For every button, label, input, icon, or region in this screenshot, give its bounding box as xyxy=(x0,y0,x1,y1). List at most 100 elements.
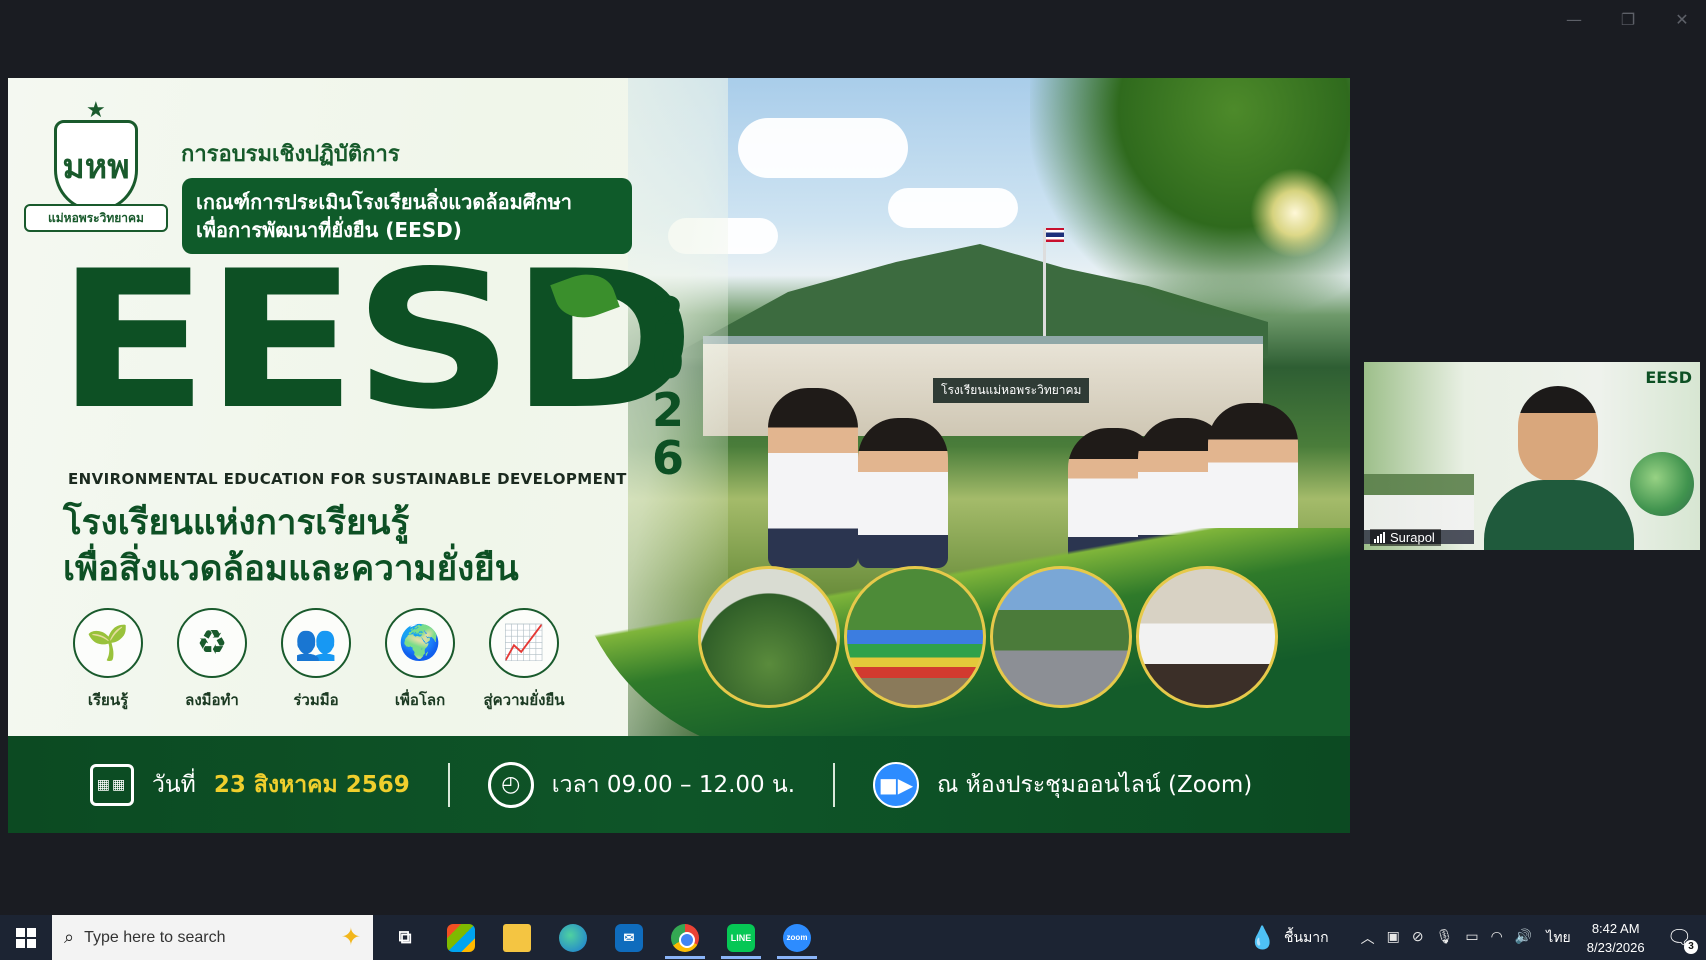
window-controls: — ❐ ✕ xyxy=(1564,10,1692,29)
pillar-sustain: 📈 สู่ความยั่งยืน xyxy=(482,608,566,712)
divider xyxy=(447,762,450,807)
year-digit: 6 xyxy=(651,431,684,485)
microphone-icon[interactable]: 🎙 xyxy=(1436,928,1454,948)
date-prefix: วันที่ xyxy=(152,771,196,798)
signal-bars-icon xyxy=(1374,532,1385,543)
notification-count: 3 xyxy=(1684,940,1698,954)
workshop-heading: การอบรมเชิงปฏิบัติการ xyxy=(181,142,400,167)
chrome-button[interactable] xyxy=(657,915,713,960)
thai-tagline-line-2: เพื่อสิ่งแวดล้อมและความยั่งยืน xyxy=(63,549,519,589)
line-button[interactable]: LINE xyxy=(713,915,769,960)
taskbar-search[interactable]: ⌕ Type here to search ✦ xyxy=(52,915,373,960)
year-digit: 0 xyxy=(651,335,684,389)
file-explorer-icon xyxy=(503,923,531,952)
pillar-world: 🌍 เพื่อโลก xyxy=(378,608,462,712)
chevron-up-icon[interactable]: ︿ xyxy=(1361,928,1375,948)
pillar-label: ลงมือทำ xyxy=(185,691,239,709)
pillar-label: ร่วมมือ xyxy=(293,691,339,709)
meet-now-icon[interactable]: ▣ xyxy=(1387,928,1400,948)
close-icon[interactable]: ✕ xyxy=(1672,10,1692,29)
sparkle-icon: ✦ xyxy=(340,924,361,951)
line-icon: LINE xyxy=(727,923,755,952)
battery-icon[interactable]: ▭ xyxy=(1465,928,1478,948)
taskbar-clock[interactable]: 8:42 AM 8/23/2026 xyxy=(1587,919,1645,957)
year-digit: 2 xyxy=(651,383,684,437)
photo-water-tap xyxy=(990,566,1132,708)
school-logo: ★ มหพ แม่หอพระวิทยาคม xyxy=(22,98,170,240)
taskbar: ⌕ Type here to search ✦ ⧉ ✉ LINE zoom 💧 … xyxy=(0,915,1706,960)
restore-icon[interactable]: ❐ xyxy=(1618,10,1638,29)
people-icon: 👥 xyxy=(281,608,351,678)
minimize-icon[interactable]: — xyxy=(1564,10,1584,29)
cloud xyxy=(738,118,908,178)
clock-time: 8:42 AM xyxy=(1591,920,1640,936)
time-text: เวลา 09.00 – 12.00 น. xyxy=(551,771,796,798)
edge-button[interactable] xyxy=(545,915,601,960)
date-info: ▦▦ วันที่ 23 สิงหาคม 2569 xyxy=(90,763,410,806)
participant-head xyxy=(1518,386,1598,482)
wifi-icon[interactable]: ◠ xyxy=(1491,928,1503,948)
pillar-label: เพื่อโลก xyxy=(394,691,446,709)
notification-center-button[interactable]: 🗨 3 xyxy=(1667,925,1698,954)
system-tray: 💧 ชื้นมาก ︿ ▣ ⊘ 🎙 ▭ ◠ 🔊 ไทย 8:42 AM 8/23… xyxy=(1249,915,1706,960)
windows-logo-icon xyxy=(16,927,36,948)
humidity-drop-icon: 💧 xyxy=(1248,924,1276,950)
pillar-icons: 🌱 เรียนรู้ ♻ ลงมือทำ 👥 ร่วมมือ 🌍 เพื่อโล… xyxy=(66,608,566,712)
pillar-cooperate: 👥 ร่วมมือ xyxy=(274,608,358,712)
activity-photos xyxy=(698,566,1278,708)
desktop: — ❐ ✕ โรงเรียนแม่หอพระวิทยาคม ★ มหพ แม่ห… xyxy=(0,0,1706,960)
time-info: ◴ เวลา 09.00 – 12.00 น. xyxy=(487,761,796,808)
recycle-icon: ♻ xyxy=(177,608,247,678)
start-button[interactable] xyxy=(0,915,52,960)
year-digit: 2 xyxy=(651,287,684,341)
thai-tagline: โรงเรียนแห่งการเรียนรู้ เพื่อสิ่งแวดล้อม… xyxy=(63,500,519,592)
pillar-learn: 🌱 เรียนรู้ xyxy=(66,608,150,712)
pillar-act: ♻ ลงมือทำ xyxy=(170,608,254,712)
task-view-button[interactable]: ⧉ xyxy=(377,915,433,960)
participant-name: Surapol xyxy=(1390,530,1435,545)
background-brand: EESD xyxy=(1645,368,1692,387)
shield-emblem: มหพ xyxy=(54,120,138,212)
taskbar-apps: ⧉ ✉ LINE zoom xyxy=(377,915,825,960)
pillar-label: สู่ความยั่งยืน xyxy=(483,691,565,709)
topic-line-1: เกณฑ์การประเมินโรงเรียนสิ่งแวดล้อมศึกษา xyxy=(196,190,573,214)
thai-flag xyxy=(1046,228,1064,242)
edge-icon xyxy=(559,923,587,952)
venue-info: ■▶ ณ ห้องประชุมออนไลน์ (Zoom) xyxy=(873,761,1253,808)
participant-person xyxy=(1484,380,1634,550)
weather-widget[interactable]: 💧 ชื้นมาก xyxy=(1249,925,1329,951)
divider xyxy=(833,762,836,807)
subtitle-english: ENVIRONMENTAL EDUCATION FOR SUSTAINABLE … xyxy=(68,470,627,488)
globe-icon: 🌍 xyxy=(385,608,455,678)
file-explorer-button[interactable] xyxy=(489,915,545,960)
year-vertical: 2 0 2 6 xyxy=(648,290,688,482)
outlook-icon: ✉ xyxy=(615,923,643,952)
shared-screen: โรงเรียนแม่หอพระวิทยาคม ★ มหพ แม่หอพระวิ… xyxy=(8,78,1350,833)
calendar-icon: ▦▦ xyxy=(90,763,134,806)
chrome-icon xyxy=(671,923,699,952)
clock-date: 8/23/2026 xyxy=(1586,939,1645,955)
weather-text: ชื้นมาก xyxy=(1284,928,1329,945)
store-button[interactable] xyxy=(433,915,489,960)
logo-ribbon: แม่หอพระวิทยาคม xyxy=(24,204,168,232)
microsoft-store-icon xyxy=(447,923,475,952)
info-bar: ▦▦ วันที่ 23 สิงหาคม 2569 ◴ เวลา 09.00 –… xyxy=(8,736,1350,833)
video-camera-icon: ■▶ xyxy=(873,761,920,808)
task-view-icon: ⧉ xyxy=(398,927,412,947)
sprout-icon: 🌱 xyxy=(73,608,143,678)
speaker-icon[interactable]: 🔊 xyxy=(1515,928,1532,948)
date-value: 23 สิงหาคม 2569 xyxy=(213,771,410,798)
search-icon: ⌕ xyxy=(64,927,75,947)
globe-icon xyxy=(1630,452,1694,516)
outlook-button[interactable]: ✉ xyxy=(601,915,657,960)
participant-name-tag: Surapol xyxy=(1370,529,1441,546)
venue-text: ณ ห้องประชุมออนไลน์ (Zoom) xyxy=(937,771,1253,798)
photo-recycling-bins xyxy=(844,566,986,708)
camera-off-icon[interactable]: ⊘ xyxy=(1412,928,1424,948)
zoom-icon: zoom xyxy=(783,923,811,952)
zoom-button[interactable]: zoom xyxy=(769,915,825,960)
cloud xyxy=(888,188,1018,228)
input-language[interactable]: ไทย xyxy=(1546,927,1570,949)
thai-tagline-line-1: โรงเรียนแห่งการเรียนรู้ xyxy=(63,503,410,543)
participant-video-tile[interactable]: EESD Surapol xyxy=(1364,362,1700,550)
